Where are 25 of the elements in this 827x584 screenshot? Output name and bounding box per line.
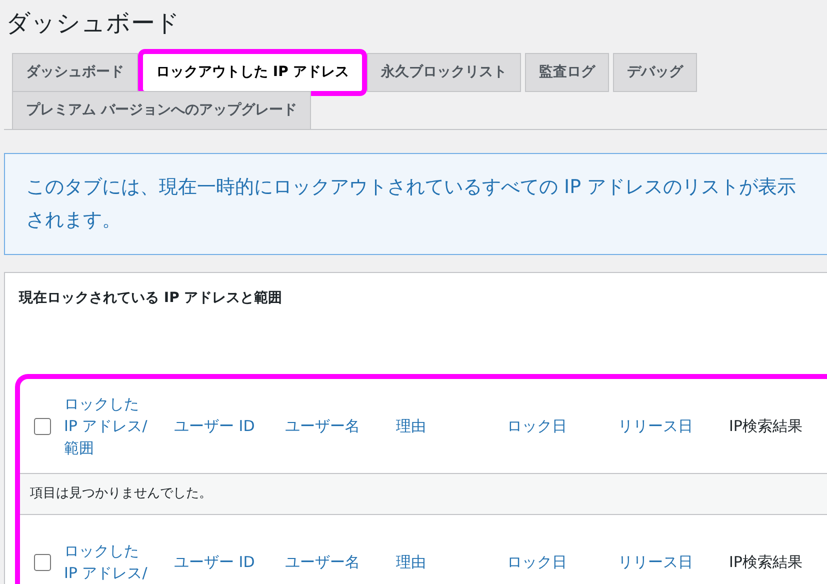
column-header-link[interactable]: ロックした IP アドレス/ bbox=[64, 540, 150, 584]
tab[interactable]: プレミアム バージョンへのアップグレード bbox=[12, 91, 311, 130]
column-header-link[interactable]: ロック日 bbox=[507, 415, 618, 437]
column-header-link[interactable]: ロック日 bbox=[507, 551, 618, 573]
tab[interactable]: ダッシュボード bbox=[12, 53, 138, 92]
notice-text: このタブには、現在一時的にロックアウトされているすべての IP アドレスのリストが表示されます。 bbox=[26, 175, 798, 233]
column-header-link[interactable]: ユーザー ID bbox=[174, 551, 285, 573]
column-header: IP検索結果 bbox=[729, 553, 802, 571]
column-header: IP検索結果 bbox=[729, 417, 802, 435]
column-header-link[interactable]: 理由 bbox=[396, 415, 507, 437]
tab[interactable]: 監査ログ bbox=[525, 53, 610, 92]
tab[interactable]: 永久ブロックリスト bbox=[367, 53, 522, 92]
page-title: ダッシュボード bbox=[6, 8, 180, 39]
column-header-link[interactable]: ユーザー名 bbox=[285, 415, 396, 437]
empty-message: 項目は見つかりませんでした。 bbox=[30, 485, 212, 504]
panel-title: 現在ロックされている IP アドレスと範囲 bbox=[19, 289, 282, 308]
column-header-link[interactable]: リリース日 bbox=[618, 415, 729, 437]
column-header-link[interactable]: 理由 bbox=[396, 551, 507, 573]
column-header-link[interactable]: ユーザー名 bbox=[285, 551, 396, 573]
column-header-link[interactable]: ロックした IP アドレス/範囲 bbox=[64, 393, 150, 459]
select-all-checkbox[interactable] bbox=[34, 418, 50, 434]
select-all-checkbox[interactable] bbox=[34, 554, 50, 570]
column-header-link[interactable]: リリース日 bbox=[618, 551, 729, 573]
tab[interactable]: デバッグ bbox=[613, 53, 698, 92]
column-header-link[interactable]: ユーザー ID bbox=[174, 415, 285, 437]
